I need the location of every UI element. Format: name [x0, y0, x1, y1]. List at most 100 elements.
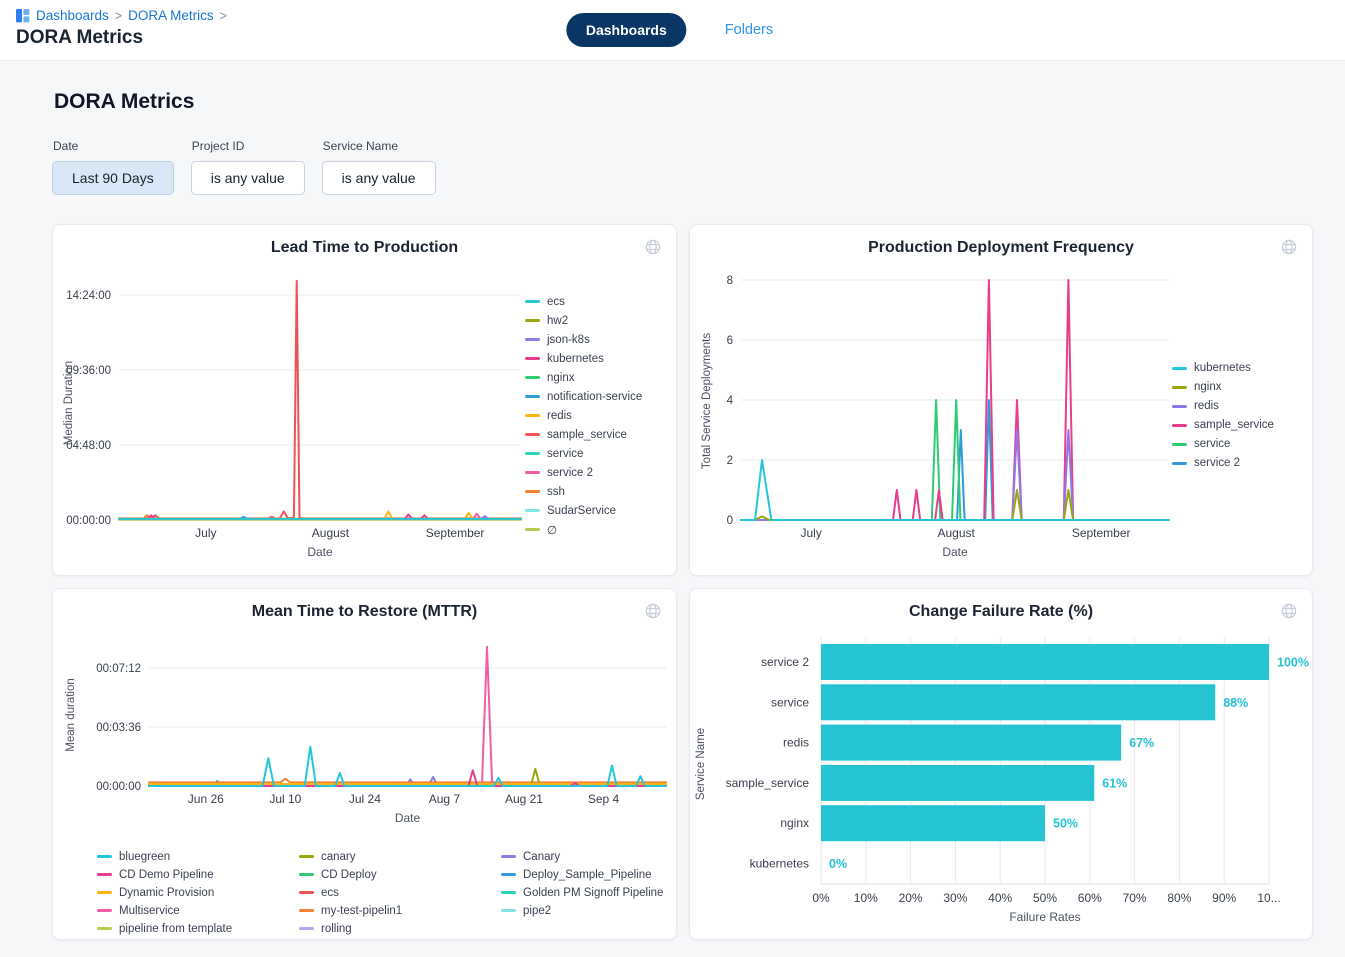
chart-title-deploy-frequency: Production Deployment Frequency: [690, 239, 1312, 257]
svg-text:Date: Date: [395, 811, 421, 825]
legend-label: ∅: [547, 523, 557, 537]
legend-item[interactable]: Golden PM Signoff Pipeline: [501, 885, 657, 900]
legend-item[interactable]: notification-service: [525, 389, 676, 404]
legend-item[interactable]: ∅: [525, 522, 676, 537]
chart-title-change-failure-rate: Change Failure Rate (%): [690, 603, 1312, 621]
filter-project-id-value[interactable]: is any value: [191, 161, 305, 195]
legend-item[interactable]: bluegreen: [97, 849, 253, 864]
legend-label: rolling: [321, 923, 352, 935]
svg-text:14:24:00: 14:24:00: [66, 290, 111, 302]
legend-swatch-icon: [525, 357, 540, 360]
svg-text:00:07:12: 00:07:12: [96, 663, 141, 675]
legend-item[interactable]: Deploy_Sample_Pipeline: [501, 867, 657, 882]
legend-item[interactable]: ecs: [525, 294, 676, 309]
filter-project-id-label: Project ID: [192, 139, 305, 153]
legend-label: notification-service: [547, 391, 642, 403]
svg-text:Date: Date: [942, 545, 968, 559]
filter-date-value[interactable]: Last 90 Days: [52, 161, 174, 195]
legend-item[interactable]: sample_service: [1172, 418, 1312, 433]
legend-item[interactable]: CD Deploy: [299, 867, 455, 882]
legend-label: service 2: [1194, 457, 1240, 469]
legend-item[interactable]: Dynamic Provision: [97, 885, 253, 900]
legend-item[interactable]: kubernetes: [525, 351, 676, 366]
legend-item[interactable]: service: [525, 446, 676, 461]
svg-text:88%: 88%: [1223, 696, 1248, 710]
legend-swatch-icon: [525, 300, 540, 303]
svg-text:0: 0: [727, 515, 733, 527]
globe-icon: [1280, 238, 1298, 256]
deploy-frequency-chart: 02468JulyAugustSeptemberDateTotal Servic…: [690, 263, 1170, 568]
lead-time-legend: ecs hw2 json-k8s kubernetes nginx notificatio…: [523, 263, 676, 568]
legend-label: kubernetes: [547, 353, 604, 365]
card-change-failure-rate-header: Change Failure Rate (%): [690, 589, 1312, 627]
charts-grid: Lead Time to Production 00:00:0004:48:00…: [52, 224, 1313, 940]
legend-label: service: [547, 448, 583, 460]
svg-text:00:00:00: 00:00:00: [96, 781, 141, 793]
svg-text:September: September: [426, 526, 485, 540]
legend-swatch-icon: [299, 891, 314, 894]
tab-folders[interactable]: Folders: [719, 21, 779, 39]
card-mttr: Mean Time to Restore (MTTR) 00:00:0000:0…: [52, 588, 677, 940]
filter-date: Date Last 90 Days: [52, 139, 174, 195]
svg-text:67%: 67%: [1129, 736, 1154, 750]
legend-label: CD Deploy: [321, 869, 377, 881]
svg-text:30%: 30%: [943, 891, 967, 905]
legend-swatch-icon: [299, 927, 314, 930]
legend-swatch-icon: [525, 433, 540, 436]
legend-item[interactable]: hw2: [525, 313, 676, 328]
legend-swatch-icon: [525, 452, 540, 455]
svg-text:00:03:36: 00:03:36: [96, 722, 141, 734]
legend-item[interactable]: ssh: [525, 484, 676, 499]
legend-label: Dynamic Provision: [119, 887, 214, 899]
legend-item[interactable]: my-test-pipelin1: [299, 903, 455, 918]
deploy-frequency-chart-row: 02468JulyAugustSeptemberDateTotal Servic…: [690, 263, 1312, 568]
card-lead-time-header: Lead Time to Production: [53, 225, 676, 263]
chart-title-lead-time: Lead Time to Production: [53, 239, 676, 257]
legend-label: ecs: [321, 887, 339, 899]
legend-item[interactable]: ecs: [299, 885, 455, 900]
legend-item[interactable]: rolling: [299, 921, 455, 936]
legend-swatch-icon: [525, 414, 540, 417]
cfr-plot: 0%10%20%30%40%50%60%70%80%90%10...servic…: [690, 627, 1310, 927]
legend-item[interactable]: redis: [1172, 399, 1312, 414]
lead_time-plot: 00:00:0004:48:0009:36:0014:24:00JulyAugu…: [53, 263, 523, 563]
legend-label: redis: [547, 410, 572, 422]
legend-item[interactable]: pipe2: [501, 903, 657, 918]
card-deploy-frequency-header: Production Deployment Frequency: [690, 225, 1312, 263]
filter-service-name-value[interactable]: is any value: [322, 161, 436, 195]
legend-label: sample_service: [1194, 419, 1274, 431]
legend-item[interactable]: canary: [299, 849, 455, 864]
legend-swatch-icon: [525, 338, 540, 341]
legend-label: my-test-pipelin1: [321, 905, 402, 917]
legend-item[interactable]: CD Demo Pipeline: [97, 867, 253, 882]
legend-item[interactable]: service 2: [525, 465, 676, 480]
legend-item[interactable]: json-k8s: [525, 332, 676, 347]
legend-item[interactable]: SudarService: [525, 503, 676, 518]
legend-label: SudarService: [547, 505, 616, 517]
svg-text:100%: 100%: [1277, 656, 1309, 670]
filter-service-name: Service Name is any value: [322, 139, 436, 195]
legend-item[interactable]: kubernetes: [1172, 361, 1312, 376]
legend-item[interactable]: service: [1172, 437, 1312, 452]
svg-text:Failure Rates: Failure Rates: [1009, 910, 1080, 924]
mttr-chart: 00:00:0000:03:3600:07:12Jun 26Jul 10Jul …: [53, 627, 676, 837]
breadcrumb-dashboards-link[interactable]: Dashboards: [36, 8, 109, 23]
legend-item[interactable]: nginx: [1172, 380, 1312, 395]
svg-text:Sep 4: Sep 4: [588, 792, 620, 806]
svg-text:80%: 80%: [1167, 891, 1191, 905]
legend-item[interactable]: service 2: [1172, 456, 1312, 471]
legend-label: service: [1194, 438, 1230, 450]
legend-item[interactable]: Canary: [501, 849, 657, 864]
breadcrumb-dora-metrics-link[interactable]: DORA Metrics: [128, 8, 214, 23]
legend-item[interactable]: nginx: [525, 370, 676, 385]
legend-item[interactable]: Multiservice: [97, 903, 253, 918]
card-change-failure-rate: Change Failure Rate (%) 0%10%20%30%40%50…: [689, 588, 1313, 940]
tab-dashboards[interactable]: Dashboards: [566, 13, 687, 47]
svg-text:redis: redis: [783, 736, 809, 750]
legend-item[interactable]: pipeline from template: [97, 921, 253, 936]
legend-item[interactable]: redis: [525, 408, 676, 423]
dashboard-grid-icon: [16, 9, 30, 23]
legend-item[interactable]: sample_service: [525, 427, 676, 442]
legend-swatch-icon: [97, 909, 112, 912]
legend-swatch-icon: [501, 855, 516, 858]
